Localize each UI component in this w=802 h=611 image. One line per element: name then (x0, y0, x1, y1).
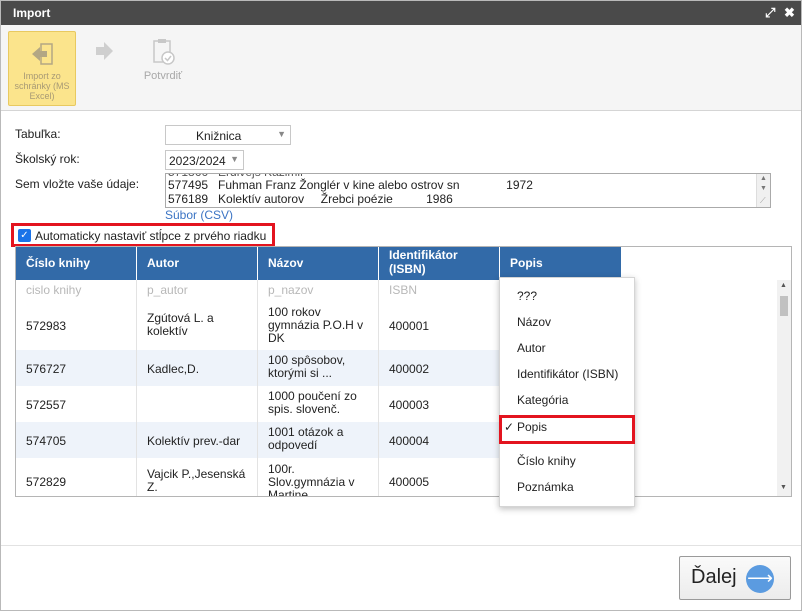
mapping-cell[interactable]: cislo knihy (16, 280, 137, 301)
cell-author: Zgútová L. a kolektív (137, 301, 258, 350)
dropdown-item-selected[interactable]: ✓ Popis (499, 415, 635, 444)
table-label: Tabuľka: (15, 127, 61, 141)
column-header-description[interactable]: Popis (500, 247, 621, 280)
mapping-cell[interactable]: p_nazov (258, 280, 379, 301)
scroll-up-icon[interactable]: ▲ (780, 282, 787, 289)
cell-title: 100 rokov gymnázia P.O.H v DK (258, 301, 379, 350)
column-type-dropdown: ??? Názov Autor Identifikátor (ISBN) Kat… (499, 277, 635, 507)
cell-title: 1001 otázok a odpovedí (258, 422, 379, 458)
arrow-right-circle-icon: ⟶ (746, 565, 774, 593)
table-select[interactable]: Knižnica ▼ (165, 125, 291, 145)
dropdown-item[interactable]: Poznámka (500, 475, 634, 499)
column-header-author[interactable]: Autor (137, 247, 258, 280)
forward-arrow-icon (96, 42, 113, 60)
chevron-down-icon: ▼ (230, 154, 239, 164)
dropdown-item[interactable]: Číslo knihy (500, 449, 634, 473)
table-select-value: Knižnica (196, 129, 242, 143)
scroll-down-icon[interactable]: ▼ (780, 484, 787, 491)
cell-author: Kadlec,D. (137, 350, 258, 386)
cell-book-number: 576727 (16, 350, 137, 386)
cell-book-number: 572557 (16, 386, 137, 422)
import-grid: Číslo knihy Autor Názov Identifikátor (I… (15, 246, 792, 497)
dropdown-item[interactable]: Autor (500, 336, 634, 360)
cell-isbn: 400004 (379, 422, 500, 458)
toolbar: Import zo schránky (MS Excel) Potvrdiť (1, 25, 801, 111)
import-label: Import zo schránky (MS Excel) (14, 71, 70, 101)
dropdown-item[interactable]: ??? (500, 284, 634, 308)
cell-title: 1000 poučení zo spis. slovenč. (258, 386, 379, 422)
auto-columns-checkbox[interactable]: ✓ (18, 229, 31, 242)
scroll-thumb[interactable] (780, 296, 788, 316)
data-input-label: Sem vložte vaše údaje: (15, 177, 140, 191)
cell-author (137, 386, 258, 422)
cell-isbn: 400002 (379, 350, 500, 386)
next-button[interactable]: Ďalej ⟶ (679, 556, 791, 600)
grid-header: Číslo knihy Autor Názov Identifikátor (I… (16, 247, 621, 280)
cell-title: 100 spôsobov, ktorými si ... (258, 350, 379, 386)
confirm-button[interactable]: Potvrdiť (133, 37, 193, 89)
mapping-cell[interactable]: ISBN (379, 280, 500, 301)
cell-isbn: 400005 (379, 458, 500, 496)
column-header-book-number[interactable]: Číslo knihy (16, 247, 137, 280)
resize-icon[interactable]: ⤢ (765, 5, 775, 21)
data-textarea[interactable]: 571866 Erdivejs Kazimir 577495 Fuhman Fr… (165, 173, 771, 208)
csv-file-link[interactable]: Súbor (CSV) (165, 208, 233, 222)
textarea-line: 577495 Fuhman Franz Žonglér v kine alebo… (168, 178, 533, 192)
cell-author: Kolektív prev.-dar (137, 422, 258, 458)
grid-scrollbar[interactable]: ▲ ▼ (777, 280, 791, 496)
cell-book-number: 574705 (16, 422, 137, 458)
cell-book-number: 572983 (16, 301, 137, 350)
title-bar: Import ⤢ ✖ (1, 1, 801, 25)
scroll-up-icon[interactable]: ▲ (760, 175, 767, 182)
import-dialog: Import ⤢ ✖ Import zo schránky (MS Excel)… (0, 0, 802, 611)
school-year-label: Školský rok: (15, 152, 80, 166)
import-arrow-icon (32, 43, 53, 65)
cell-isbn: 400001 (379, 301, 500, 350)
check-icon: ✓ (504, 420, 515, 434)
dialog-title: Import (13, 6, 51, 20)
footer-divider (1, 545, 801, 546)
cell-title: 100r. Slov.gymnázia v Martine (258, 458, 379, 496)
scroll-down-icon[interactable]: ▼ (760, 185, 767, 192)
textarea-line: 576189 Kolektív autorov Žrebci poézie 19… (168, 192, 453, 206)
mapping-cell[interactable]: p_autor (137, 280, 258, 301)
confirm-label: Potvrdiť (143, 70, 183, 82)
dropdown-item[interactable]: Názov (500, 310, 634, 334)
clipboard-check-icon (153, 39, 175, 65)
next-button-label: Ďalej (691, 566, 737, 588)
import-clipboard-button[interactable]: Import zo schránky (MS Excel) (8, 31, 76, 106)
column-header-isbn[interactable]: Identifikátor (ISBN) (379, 247, 500, 280)
cell-book-number: 572829 (16, 458, 137, 496)
school-year-select[interactable]: 2023/2024 ▼ (165, 150, 244, 170)
chevron-down-icon: ▼ (277, 129, 286, 139)
resize-grip-icon[interactable]: ⟋ (760, 196, 766, 206)
cell-author: Vajcik P.,Jesenská Z. (137, 458, 258, 496)
forward-button[interactable] (89, 39, 119, 69)
school-year-value: 2023/2024 (169, 154, 226, 168)
column-header-title[interactable]: Názov (258, 247, 379, 280)
cell-isbn: 400003 (379, 386, 500, 422)
auto-columns-label: Automaticky nastaviť stĺpce z prvého ria… (35, 229, 267, 243)
dropdown-item[interactable]: Identifikátor (ISBN) (500, 362, 634, 386)
textarea-scrollbar[interactable]: ▲ ▼ ⟋ (756, 174, 770, 207)
dropdown-item[interactable]: Kategória (500, 388, 634, 412)
auto-columns-option[interactable]: ✓ Automaticky nastaviť stĺpce z prvého r… (11, 223, 275, 247)
close-icon[interactable]: ✖ (784, 5, 795, 21)
